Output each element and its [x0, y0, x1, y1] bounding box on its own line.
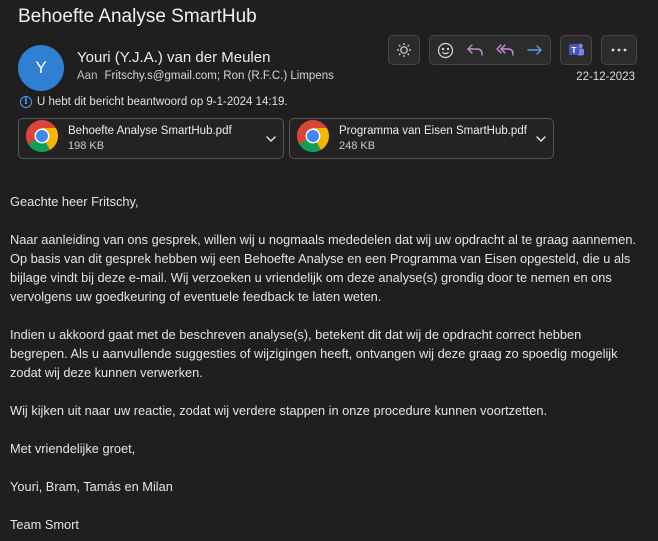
teams-group: T — [560, 35, 592, 65]
reply-all-icon[interactable] — [490, 36, 520, 64]
body-signature-team: Team Smort — [10, 517, 79, 532]
sender-name[interactable]: Youri (Y.J.A.) van der Meulen — [77, 49, 270, 66]
recipients-list[interactable]: Fritschy.s@gmail.com; Ron (R.F.C.) Limpe… — [104, 70, 333, 82]
chrome-icon — [25, 119, 59, 158]
info-icon: i — [20, 96, 32, 108]
body-paragraph: Naar aanleiding van ons gesprek, willen … — [10, 232, 637, 304]
reply-group — [429, 35, 551, 65]
body-paragraph: Indien u akkoord gaat met de beschreven … — [10, 327, 618, 380]
chevron-down-icon[interactable] — [535, 132, 547, 150]
attachment-card[interactable]: Behoefte Analyse SmartHub.pdf 198 KB — [18, 118, 284, 159]
reply-icon[interactable] — [460, 36, 490, 64]
attachment-name: Programma van Eisen SmartHub.pdf — [339, 125, 527, 137]
avatar[interactable]: Y — [18, 45, 64, 91]
attachment-size: 248 KB — [339, 140, 376, 152]
forward-icon[interactable] — [520, 36, 550, 64]
body-closing: Met vriendelijke groet, — [10, 441, 136, 456]
reply-info-text: U hebt dit bericht beantwoord op 9-1-202… — [37, 96, 288, 108]
recipients: Aan Fritschy.s@gmail.com; Ron (R.F.C.) Li… — [77, 70, 334, 82]
chrome-icon — [296, 119, 330, 158]
teams-icon[interactable]: T — [561, 36, 591, 64]
attachment-size: 198 KB — [68, 140, 105, 152]
attachment-name: Behoefte Analyse SmartHub.pdf — [68, 125, 232, 137]
body-paragraph: Wij kijken uit naar uw reactie, zodat wi… — [10, 403, 548, 418]
more-icon[interactable] — [602, 36, 636, 64]
reply-info-bar: i U hebt dit bericht beantwoord op 9-1-2… — [20, 96, 288, 108]
chevron-down-icon[interactable] — [265, 132, 277, 150]
body-greeting: Geachte heer Fritschy, — [10, 194, 139, 209]
emoji-icon[interactable] — [430, 36, 460, 64]
email-date: 22-12-2023 — [576, 71, 635, 83]
to-label: Aan — [77, 70, 98, 82]
message-toolbar: T — [388, 35, 637, 65]
svg-text:T: T — [572, 46, 577, 55]
attachment-card[interactable]: Programma van Eisen SmartHub.pdf 248 KB — [289, 118, 554, 159]
email-body: Geachte heer Fritschy, Naar aanleiding v… — [10, 192, 640, 541]
brightness-icon[interactable] — [389, 36, 419, 64]
body-signature-names: Youri, Bram, Tamás en Milan — [10, 479, 173, 494]
more-group — [601, 35, 637, 65]
email-subject: Behoefte Analyse SmartHub — [18, 6, 257, 27]
theme-group — [388, 35, 420, 65]
